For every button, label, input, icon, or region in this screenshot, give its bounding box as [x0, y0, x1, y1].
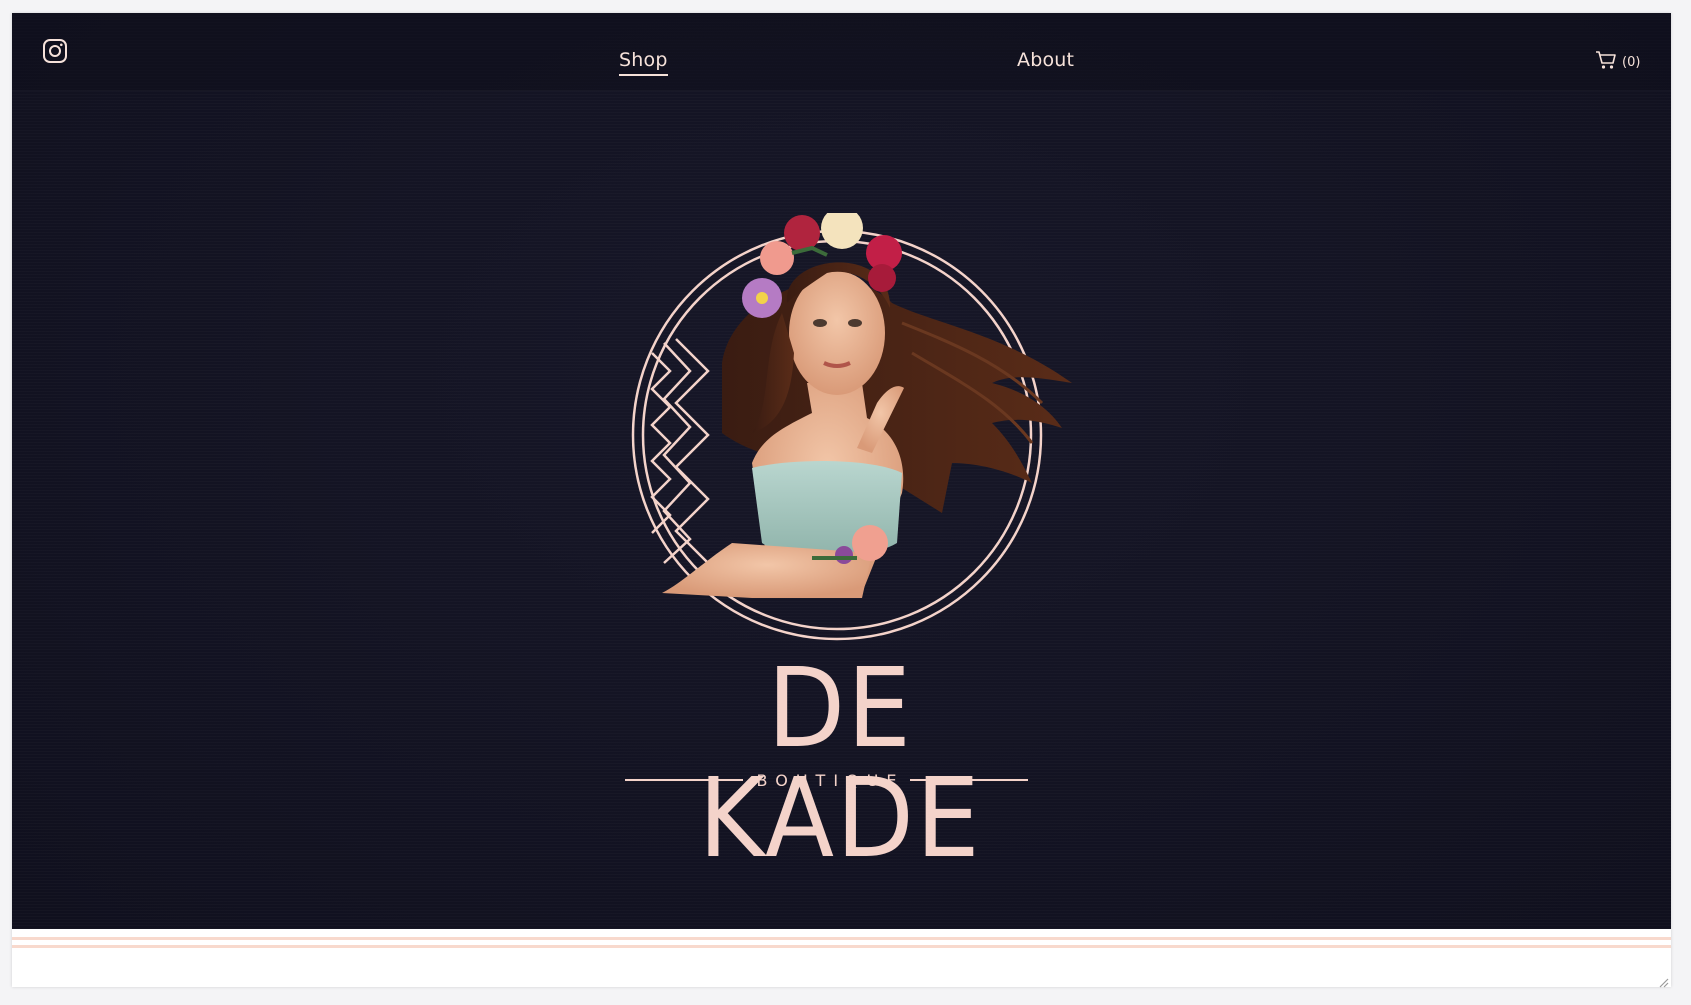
hero-section: Shop About (0) DE KADE BOUTIQUE [12, 13, 1671, 929]
tagline-row: BOUTIQUE [625, 770, 1028, 790]
cart-count: (0) [1622, 54, 1641, 70]
footer-strip [12, 929, 1671, 988]
instagram-icon[interactable] [42, 38, 68, 64]
logo-illustration [612, 207, 1132, 653]
footer-stripe [12, 945, 1671, 948]
page-frame: Shop About (0) DE KADE BOUTIQUE [12, 13, 1671, 988]
footer-stripe [12, 937, 1671, 940]
site-header: Shop About (0) [12, 13, 1671, 91]
nav-about-link[interactable]: About [1017, 49, 1074, 71]
tagline: BOUTIQUE [756, 770, 905, 790]
resize-handle-icon[interactable] [1657, 973, 1669, 988]
brand-name: DE KADE [698, 644, 982, 882]
tagline-rule-right [910, 779, 1028, 781]
cart-button[interactable]: (0) [1595, 50, 1640, 74]
tagline-rule-left [625, 779, 743, 781]
cart-icon [1595, 50, 1617, 74]
nav-shop-link[interactable]: Shop [619, 49, 668, 76]
